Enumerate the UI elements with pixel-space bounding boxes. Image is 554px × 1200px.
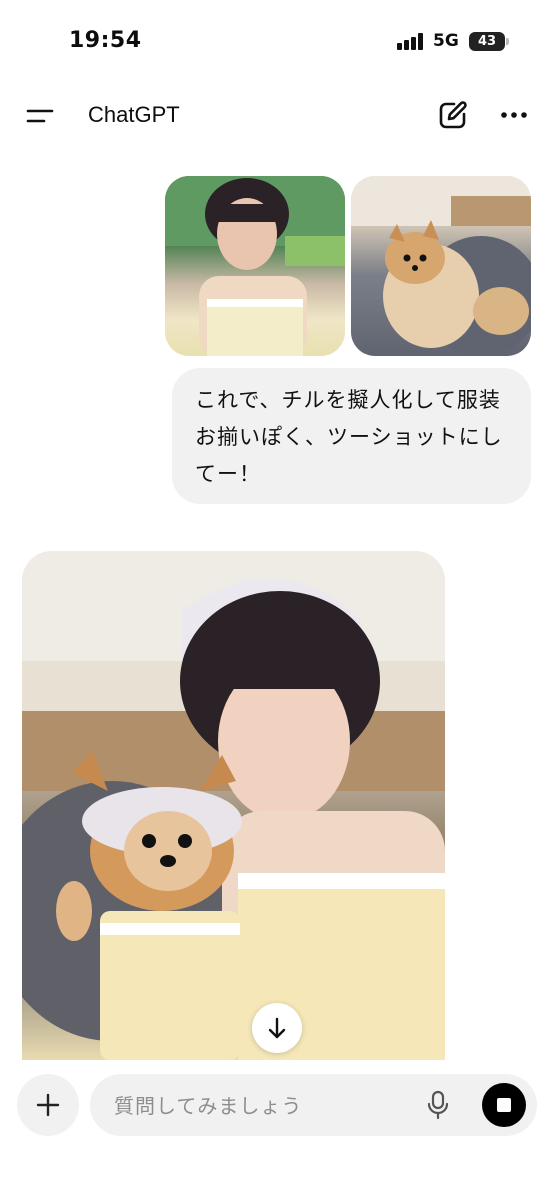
more-icon[interactable] bbox=[496, 98, 532, 132]
stop-button[interactable] bbox=[482, 1083, 526, 1127]
user-photo-woman[interactable] bbox=[165, 176, 345, 356]
message-input[interactable] bbox=[112, 1087, 416, 1125]
user-message-text: これで、チルを擬人化して服装お揃いぽく、ツーショットにしてー！ bbox=[195, 388, 503, 486]
page-title[interactable]: ChatGPT bbox=[88, 102, 180, 128]
plus-icon bbox=[36, 1093, 60, 1117]
battery-icon: 43 bbox=[469, 32, 505, 51]
microphone-icon[interactable] bbox=[424, 1090, 452, 1120]
status-bar: 19:54 5G 43 bbox=[0, 0, 554, 84]
network-label: 5G bbox=[433, 31, 459, 51]
status-time: 19:54 bbox=[69, 28, 142, 53]
signal-icon bbox=[397, 33, 425, 50]
new-chat-icon[interactable] bbox=[436, 98, 470, 132]
user-message-bubble: これで、チルを擬人化して服装お揃いぽく、ツーショットにしてー！ bbox=[172, 368, 531, 504]
user-photo-pomeranian[interactable] bbox=[351, 176, 531, 356]
stop-icon bbox=[497, 1098, 511, 1112]
assistant-generated-image[interactable] bbox=[22, 551, 445, 1060]
menu-icon[interactable] bbox=[22, 98, 58, 134]
arrow-down-icon bbox=[268, 1017, 286, 1039]
attach-button[interactable] bbox=[17, 1074, 79, 1136]
message-input-container bbox=[90, 1074, 537, 1136]
scroll-down-button[interactable] bbox=[252, 1003, 302, 1053]
app-header: ChatGPT bbox=[0, 88, 554, 144]
battery-cap bbox=[506, 38, 509, 45]
composer bbox=[0, 1068, 554, 1200]
